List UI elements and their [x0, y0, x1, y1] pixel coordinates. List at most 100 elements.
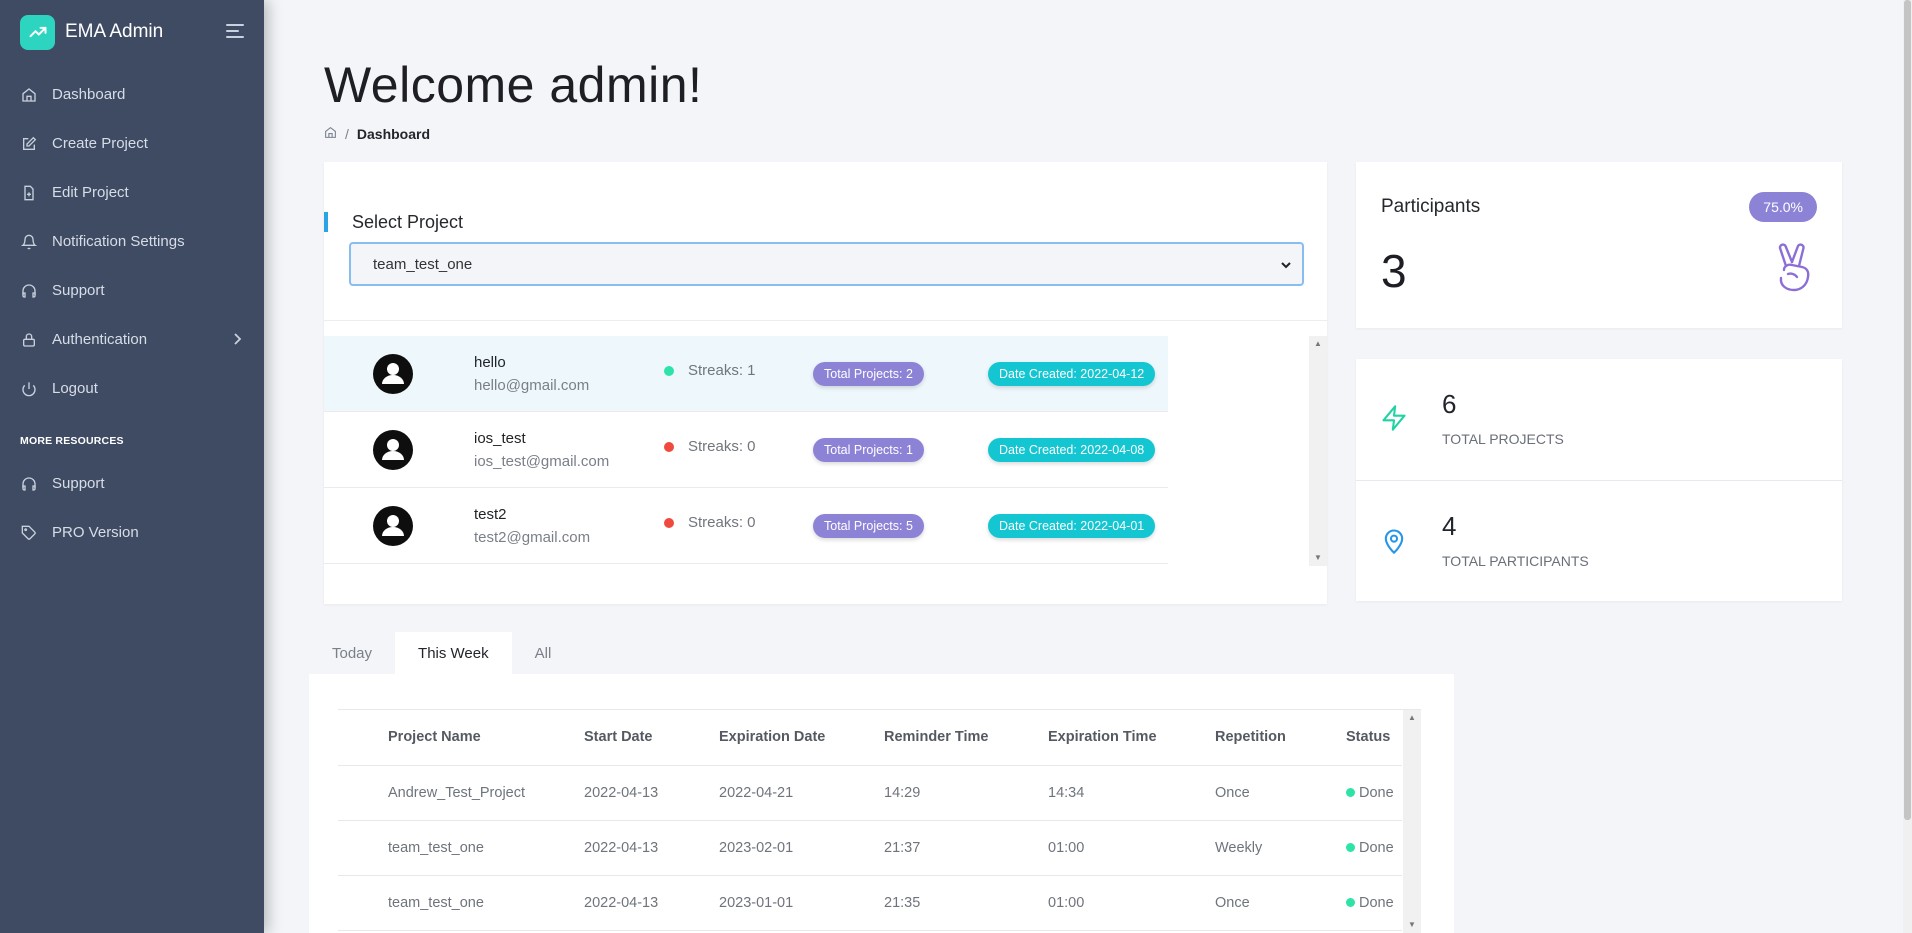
period-tabs: Today This Week All: [309, 632, 574, 674]
sidebar-item-support[interactable]: Support: [0, 266, 264, 315]
table-header-spacer: [338, 710, 388, 766]
streak-indicator: Streaks: 1: [664, 362, 756, 379]
sidebar-item-dashboard[interactable]: Dashboard: [0, 70, 264, 119]
tab-all[interactable]: All: [512, 632, 575, 674]
tab-today[interactable]: Today: [309, 632, 395, 674]
headphones-icon: [20, 475, 38, 493]
menu-toggle-icon[interactable]: [226, 24, 244, 40]
table-row[interactable]: team_test_one 2022-04-13 2023-02-01 21:3…: [338, 820, 1402, 876]
table-cell-status: Done: [1346, 875, 1402, 931]
table-row[interactable]: team_test_one 2022-04-13 2023-01-01 21:3…: [338, 875, 1402, 931]
scroll-up-icon[interactable]: ▲: [1309, 336, 1327, 352]
scroll-down-icon[interactable]: ▼: [1309, 550, 1327, 566]
app-name: EMA Admin: [65, 21, 164, 42]
table-cell: 2022-04-13: [584, 820, 719, 876]
table-cell: 2023-01-01: [719, 875, 884, 931]
status-dot: [664, 441, 674, 452]
user-avatar-icon: [373, 505, 413, 546]
status-dot: [664, 517, 674, 528]
main-content: Welcome admin! / Dashboard Select Projec…: [264, 0, 1912, 933]
user-list-scrollbar[interactable]: ▲ ▼: [1309, 336, 1327, 566]
stat-value: 4: [1442, 511, 1457, 541]
date-created-badge: Date Created: 2022-04-12: [988, 362, 1156, 386]
user-row[interactable]: ios_test ios_test@gmail.com Streaks: 0 T…: [324, 412, 1168, 488]
lock-icon: [20, 331, 38, 349]
table-cell-spacer: [338, 765, 388, 821]
status-dot: [1346, 842, 1355, 852]
power-icon: [20, 380, 38, 398]
more-resources-heading: MORE RESOURCES: [20, 435, 124, 447]
user-row[interactable]: test2 test2@gmail.com Streaks: 0 Total P…: [324, 488, 1168, 564]
table-header[interactable]: Expiration Date: [719, 710, 884, 766]
breadcrumb-separator: /: [345, 126, 349, 142]
tag-icon: [20, 524, 38, 542]
sidebar-item-authentication[interactable]: Authentication: [0, 315, 264, 364]
project-select-value: team_test_one: [373, 255, 473, 273]
project-card: Select Project team_test_one hello hello…: [324, 162, 1327, 604]
table-cell: 14:34: [1048, 765, 1215, 821]
sidebar-item-create-project[interactable]: Create Project: [0, 119, 264, 168]
sidebar-nav: Dashboard Create Project Edit Project No…: [0, 70, 264, 413]
table-header[interactable]: Project Name: [388, 710, 584, 766]
zap-icon: [1380, 403, 1408, 438]
table-cell: Once: [1215, 875, 1346, 931]
streak-text: Streaks: 0: [688, 438, 756, 455]
table-header[interactable]: Repetition: [1215, 710, 1346, 766]
status-dot: [1346, 787, 1355, 797]
divider: [324, 320, 1327, 321]
streak-text: Streaks: 1: [688, 362, 756, 379]
sidebar-item-edit-project[interactable]: Edit Project: [0, 168, 264, 217]
participants-card: Participants 75.0% 3: [1356, 162, 1842, 328]
edit-icon: [20, 135, 38, 153]
table-cell: 01:00: [1048, 875, 1215, 931]
chevron-right-icon: [232, 332, 242, 350]
headphones-icon: [20, 282, 38, 300]
table-cell: 2022-04-13: [584, 765, 719, 821]
page-title: Welcome admin!: [324, 57, 703, 113]
table-row[interactable]: Andrew_Test_Project 2022-04-13 2022-04-2…: [338, 765, 1402, 821]
scroll-up-icon[interactable]: ▲: [1403, 710, 1421, 726]
stat-label: TOTAL PARTICIPANTS: [1442, 553, 1589, 569]
sidebar-item-logout[interactable]: Logout: [0, 364, 264, 413]
breadcrumb: / Dashboard: [324, 126, 430, 142]
projects-table: Project Name Start Date Expiration Date …: [338, 710, 1402, 931]
table-header[interactable]: Status: [1346, 710, 1402, 766]
brand[interactable]: EMA Admin: [0, 0, 264, 64]
user-name: ios_test: [474, 429, 526, 447]
page-scrollbar[interactable]: [1903, 0, 1912, 933]
table-cell: Andrew_Test_Project: [388, 765, 584, 821]
sidebar-item-label: Support: [52, 282, 105, 299]
status-dot: [1346, 897, 1355, 907]
projects-table-wrapper: Project Name Start Date Expiration Date …: [338, 709, 1421, 933]
user-avatar-icon: [373, 353, 413, 394]
sidebar-item-notification-settings[interactable]: Notification Settings: [0, 217, 264, 266]
home-icon[interactable]: [324, 126, 337, 142]
user-row[interactable]: hello hello@gmail.com Streaks: 1 Total P…: [324, 336, 1168, 412]
user-email: test2@gmail.com: [474, 528, 591, 546]
total-projects-badge: Total Projects: 1: [813, 438, 924, 462]
sidebar-item-label: Create Project: [52, 135, 148, 152]
table-header[interactable]: Expiration Time: [1048, 710, 1215, 766]
projects-table-card: Project Name Start Date Expiration Date …: [309, 674, 1454, 933]
sidebar-item-pro-version[interactable]: PRO Version: [0, 508, 264, 557]
tab-this-week[interactable]: This Week: [395, 632, 512, 674]
project-select[interactable]: team_test_one: [349, 242, 1304, 286]
scroll-down-icon[interactable]: ▼: [1403, 917, 1421, 933]
table-header[interactable]: Start Date: [584, 710, 719, 766]
page-scrollbar-thumb[interactable]: [1904, 0, 1911, 820]
table-cell: 21:37: [884, 820, 1048, 876]
status-dot: [664, 365, 674, 376]
sidebar-item-support-resource[interactable]: Support: [0, 459, 264, 508]
streak-indicator: Streaks: 0: [664, 514, 756, 531]
table-cell-spacer: [338, 820, 388, 876]
file-plus-icon: [20, 184, 38, 202]
user-name: test2: [474, 505, 507, 523]
table-cell: team_test_one: [388, 875, 584, 931]
table-scrollbar[interactable]: ▲ ▼: [1403, 710, 1421, 933]
map-pin-icon: [1380, 525, 1408, 562]
participants-title: Participants: [1381, 196, 1481, 217]
table-cell: 01:00: [1048, 820, 1215, 876]
sidebar-item-label: Support: [52, 475, 105, 492]
table-header[interactable]: Reminder Time: [884, 710, 1048, 766]
table-cell: 14:29: [884, 765, 1048, 821]
